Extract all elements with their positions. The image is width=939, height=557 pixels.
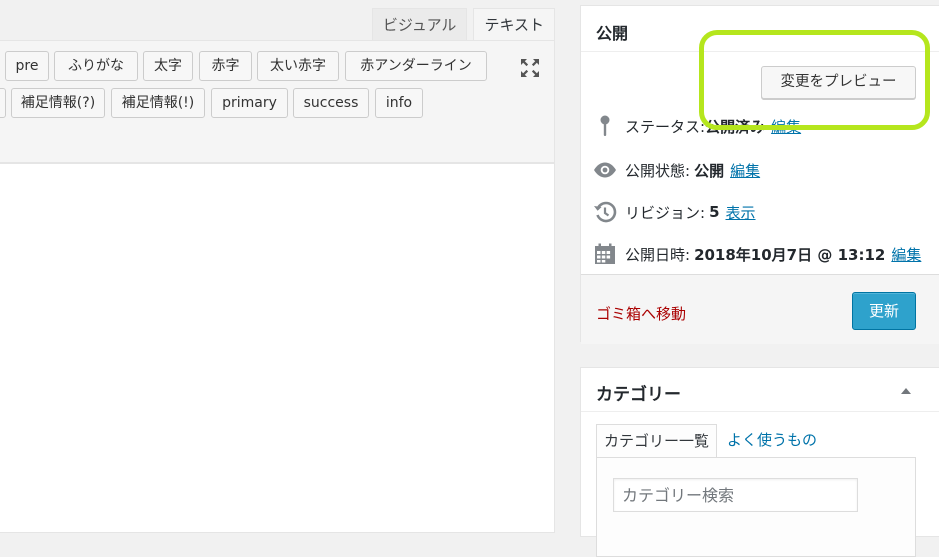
visibility-row: 公開状態: 公開 編集 [593, 158, 760, 182]
content-textarea[interactable] [0, 163, 555, 533]
quicktag-note-exclaim[interactable]: 補足情報(!) [111, 88, 205, 118]
post-status-row: ステータス: 公開済み 編集 [593, 114, 801, 138]
category-search-input[interactable] [613, 478, 858, 512]
revisions-row: リビジョン: 5 表示 [593, 200, 756, 224]
major-publishing-actions: ゴミ箱へ移動 更新 [581, 274, 939, 344]
publish-date-row: 公開日時: 2018年10月7日 @ 13:12 編集 [593, 242, 921, 266]
quicktag-success[interactable]: success [293, 88, 369, 118]
tab-all-categories[interactable]: カテゴリー一覧 [596, 424, 718, 458]
category-box: カテゴリー カテゴリー一覧 よく使うもの [580, 367, 939, 557]
browse-revisions-link[interactable]: 表示 [726, 202, 756, 223]
edit-status-link[interactable]: 編集 [771, 116, 801, 137]
tab-visual[interactable]: ビジュアル [371, 8, 468, 40]
edit-visibility-link[interactable]: 編集 [730, 160, 760, 181]
category-tabs: カテゴリー一覧 よく使うもの [596, 424, 824, 458]
calendar-icon [595, 243, 615, 264]
publish-date-label: 公開日時: [625, 245, 691, 264]
quicktag-bold-red[interactable]: 太い赤字 [257, 51, 339, 81]
triangle-up-icon[interactable] [899, 384, 913, 398]
status-value: 公開済み [705, 117, 766, 136]
pin-icon [600, 115, 610, 136]
quicktag-pre[interactable]: pre [5, 51, 49, 81]
divider [581, 51, 939, 52]
category-box-title: カテゴリー [596, 385, 681, 405]
editor-tabs: ビジュアル テキスト [371, 8, 555, 40]
revisions-label: リビジョン: [625, 203, 706, 222]
update-button[interactable]: 更新 [852, 292, 916, 330]
quicktag-info[interactable]: info [375, 88, 423, 118]
publish-box-title: 公開 [596, 24, 629, 43]
divider [581, 411, 939, 412]
edit-date-link[interactable]: 編集 [891, 244, 921, 265]
preview-changes-button[interactable]: 変更をプレビュー [761, 66, 916, 99]
category-panel [596, 457, 916, 557]
quicktag-partial[interactable] [0, 88, 6, 118]
publish-date-value: 2018年10月7日 @ 13:12 [694, 245, 886, 264]
quicktag-red[interactable]: 赤字 [199, 51, 252, 81]
visibility-value: 公開 [694, 161, 725, 180]
tab-text[interactable]: テキスト [473, 8, 555, 40]
quicktag-furigana[interactable]: ふりがな [54, 51, 138, 81]
publish-box: 公開 変更をプレビュー ステータス: 公開済み 編集 公開状態: 公開 編集 リ… [580, 5, 939, 344]
history-icon [594, 201, 617, 223]
fullscreen-expand-icon[interactable] [518, 56, 542, 80]
eye-icon [594, 162, 616, 178]
move-to-trash-link[interactable]: ゴミ箱へ移動 [596, 303, 686, 324]
quicktag-red-underline[interactable]: 赤アンダーライン [345, 51, 487, 81]
quicktags-toolbar: pre ふりがな 太字 赤字 太い赤字 赤アンダーライン 補足情報(?) 補足情… [0, 40, 555, 163]
tab-most-used[interactable]: よく使うもの [717, 424, 824, 458]
revisions-count: 5 [709, 203, 720, 221]
quicktag-bold[interactable]: 太字 [143, 51, 193, 81]
post-editor: ビジュアル テキスト pre ふりがな 太字 赤字 太い赤字 赤アンダーライン … [0, 0, 555, 533]
quicktag-note-question[interactable]: 補足情報(?) [11, 88, 105, 118]
status-label: ステータス: [625, 117, 706, 136]
quicktag-primary[interactable]: primary [211, 88, 288, 118]
visibility-label: 公開状態: [625, 161, 691, 180]
